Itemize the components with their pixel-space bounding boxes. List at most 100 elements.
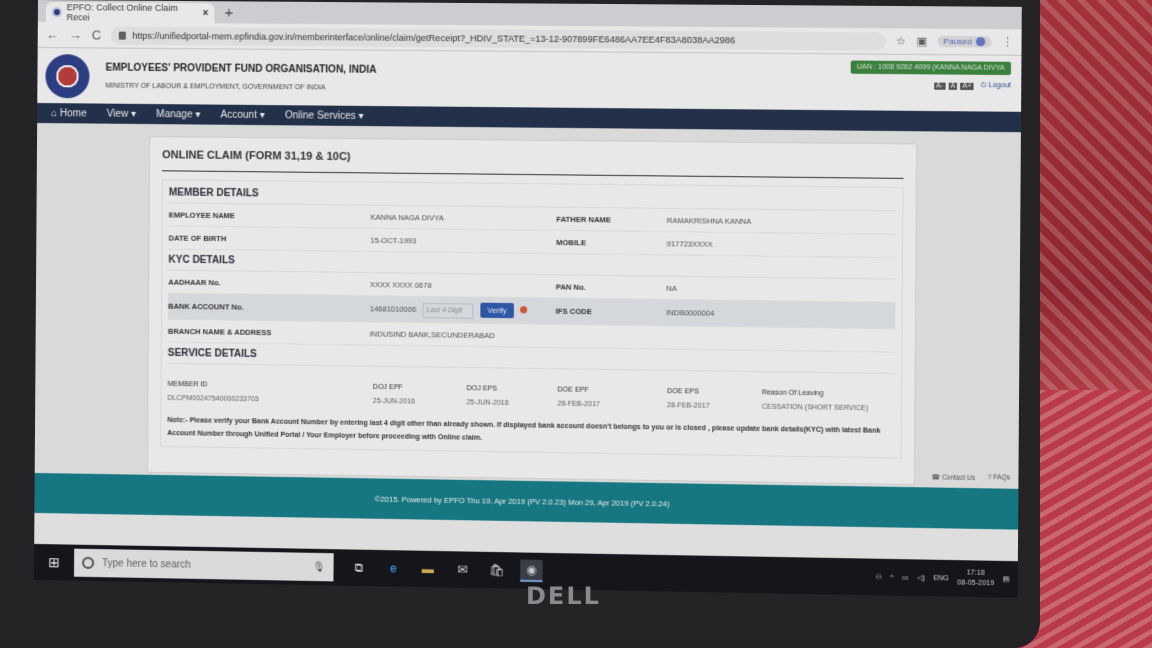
file-explorer-icon[interactable]: ▬: [417, 558, 439, 581]
nav-home-label: Home: [59, 107, 87, 119]
new-tab-button[interactable]: +: [224, 3, 233, 23]
star-icon[interactable]: ☆: [896, 34, 906, 47]
extension-icon[interactable]: ▣: [916, 35, 927, 48]
warning-icon: [519, 305, 528, 313]
ministry-name: MINISTRY OF LABOUR & EMPLOYMENT, GOVERNM…: [105, 82, 326, 92]
contact-us-label: Contact Us: [941, 474, 976, 483]
laptop-screen: EPFO: Collect Online Claim Recei × + ← →…: [33, 0, 1022, 598]
task-view-icon[interactable]: ⧉: [348, 556, 370, 579]
dob-label: DATE OF BIRTH: [168, 233, 227, 243]
doe-epf-value: 28-FEB-2017: [557, 400, 600, 408]
clock-time: 17:18: [966, 569, 985, 577]
nav-account-label: Account: [220, 109, 257, 121]
last-4-digit-input[interactable]: Last 4 Digit: [422, 302, 474, 319]
faqs-link[interactable]: ? FAQs: [988, 474, 1011, 489]
footer-text: ©2015. Powered by EPFO Thu 19, Apr 2019 …: [374, 494, 670, 509]
search-icon: [82, 556, 95, 570]
claim-details: MEMBER DETAILS EMPLOYEE NAME KANNA NAGA …: [160, 179, 904, 459]
member-id-value: DLCPM00247540000233703: [167, 394, 259, 403]
dob-value: 15-OCT-1993: [370, 235, 417, 245]
branch-value: INDUSIND BANK,SECUNDERABAD: [369, 328, 495, 340]
address-bar[interactable]: https://unifiedportal-mem.epfindia.gov.i…: [111, 26, 886, 51]
profile-paused-button[interactable]: Paused: [937, 35, 992, 48]
back-button[interactable]: ←: [46, 27, 59, 42]
logout-link[interactable]: ⏻ Logout: [981, 82, 1011, 90]
doj-eps-value: 25-JUN-2016: [466, 398, 509, 407]
nav-view-label: View: [106, 108, 129, 120]
aadhaar-value: XXXX XXXX 0678: [369, 279, 432, 290]
father-name-label: FATHER NAME: [556, 214, 612, 224]
nav-account[interactable]: Account ▾: [220, 109, 264, 120]
lock-icon: [119, 31, 127, 40]
header-utilities: A- A A+ ⏻ Logout: [933, 82, 1011, 91]
network-icon[interactable]: ▭: [902, 573, 909, 581]
avatar: [975, 37, 986, 47]
mail-icon[interactable]: ✉: [451, 558, 474, 581]
store-icon[interactable]: 🛍: [486, 559, 509, 582]
microphone-icon[interactable]: 🎙: [313, 561, 326, 572]
logout-label: Logout: [988, 82, 1011, 90]
bank-account-label: BANK ACCOUNT No.: [168, 301, 244, 312]
chrome-icon[interactable]: ◉: [520, 559, 543, 583]
nav-online-services-label: Online Services: [284, 109, 356, 122]
volume-icon[interactable]: ◁): [917, 574, 925, 582]
notification-icon[interactable]: ▤: [1003, 575, 1010, 583]
clock[interactable]: 17:18 08-05-2019: [957, 568, 994, 589]
font-normal-button[interactable]: A: [948, 82, 958, 90]
branch-label: BRANCH NAME & ADDRESS: [167, 326, 272, 337]
aadhaar-label: AADHAAR No.: [168, 277, 221, 287]
forward-button[interactable]: →: [69, 27, 82, 42]
father-name-value: RAMAKRISHNA KANNA: [666, 215, 752, 226]
verify-button[interactable]: Verify: [480, 302, 514, 318]
org-block: EMPLOYEES' PROVIDENT FUND ORGANISATION, …: [105, 63, 376, 92]
contact-us-link[interactable]: ☎ Contact Us: [932, 473, 976, 488]
nav-manage-label: Manage: [156, 108, 193, 120]
font-increase-button[interactable]: A+: [960, 82, 974, 90]
system-tray: ⚇ ^ ▭ ◁) ENG 17:18 08-05-2019 ▤: [875, 567, 1017, 590]
doj-eps-header: DOJ EPS: [466, 385, 498, 393]
caret-down-icon: ▾: [195, 108, 201, 121]
font-decrease-button[interactable]: A-: [933, 82, 946, 90]
uan-badge: UAN : 1008 9262 4099 (KANNA NAGA DIVYA: [850, 60, 1012, 76]
clock-date: 08-05-2019: [957, 579, 995, 588]
menu-dots-icon[interactable]: ⋮: [1002, 35, 1014, 48]
url-text: https://unifiedportal-mem.epfindia.gov.i…: [132, 30, 736, 45]
windows-start-icon[interactable]: ⊞: [34, 544, 74, 581]
phone-icon: ☎: [931, 474, 941, 482]
dell-logo: DELL: [526, 582, 601, 610]
people-icon[interactable]: ⚇: [875, 573, 882, 581]
nav-home[interactable]: ⌂ Home: [51, 108, 87, 119]
reload-button[interactable]: C: [92, 27, 102, 42]
bank-account-cell: 14681010006 Last 4 Digit Verify: [370, 301, 556, 320]
ifs-code-value: INDB0000004: [666, 308, 715, 318]
employee-name-label: EMPLOYEE NAME: [168, 209, 236, 220]
home-icon: ⌂: [51, 107, 58, 119]
nav-view[interactable]: View ▾: [107, 108, 136, 119]
language-indicator[interactable]: ENG: [933, 574, 949, 581]
tab-title: EPFO: Collect Online Claim Recei: [66, 2, 179, 23]
edge-icon[interactable]: e: [382, 557, 404, 580]
caret-down-icon: ▾: [259, 109, 265, 121]
question-icon: ?: [987, 474, 992, 482]
pan-value: NA: [666, 283, 677, 293]
paused-label: Paused: [943, 36, 972, 47]
mobile-label: MOBILE: [556, 237, 586, 247]
browser-tab[interactable]: EPFO: Collect Online Claim Recei ×: [45, 2, 215, 24]
nav-manage[interactable]: Manage ▾: [156, 109, 200, 120]
laptop-bezel: EPFO: Collect Online Claim Recei × + ← →…: [0, 0, 1040, 648]
tab-close-icon[interactable]: ×: [202, 8, 208, 19]
photo-stage: EPFO: Collect Online Claim Recei × + ← →…: [0, 0, 1152, 648]
nav-online-services[interactable]: Online Services ▾: [285, 110, 364, 122]
verification-note: Note:- Please verify your Bank Account N…: [167, 416, 881, 442]
page-title: ONLINE CLAIM (FORM 31,19 & 10C): [162, 149, 904, 179]
site-header: EMPLOYEES' PROVIDENT FUND ORGANISATION, …: [37, 47, 1022, 112]
taskbar-search-input[interactable]: Type here to search 🎙: [73, 548, 334, 582]
epfo-favicon-icon: [51, 7, 62, 18]
caret-down-icon: ▾: [131, 108, 137, 120]
caret-down-icon: ▾: [358, 110, 364, 122]
tray-arrow-icon[interactable]: ^: [890, 574, 893, 581]
pan-label: PAN No.: [555, 281, 586, 292]
faqs-label: FAQs: [993, 474, 1011, 482]
mobile-value: 917723XXXX: [666, 238, 713, 249]
org-name: EMPLOYEES' PROVIDENT FUND ORGANISATION, …: [105, 62, 377, 76]
